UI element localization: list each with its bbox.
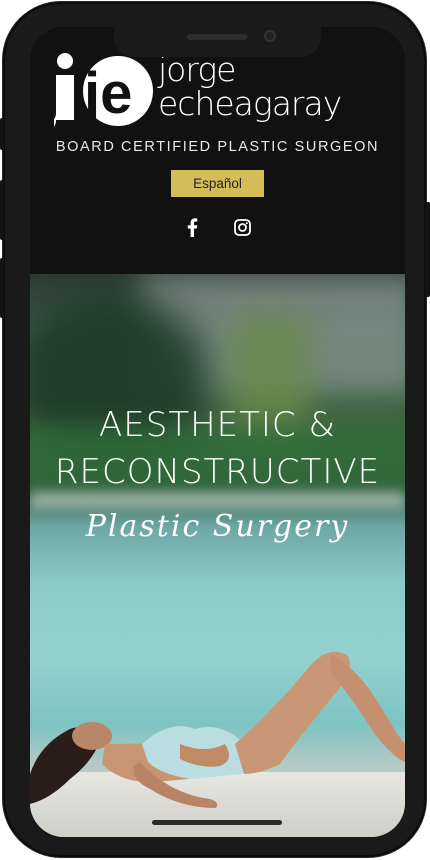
monogram-text: je: [83, 61, 132, 126]
hero-heading-line1: AESTHETIC &: [99, 405, 336, 445]
volume-up-button: [0, 180, 4, 240]
language-espanol-button[interactable]: Español: [171, 170, 264, 197]
hero-heading-line2: RECONSTRUCTIVE: [54, 452, 381, 492]
earpiece-speaker: [187, 34, 247, 40]
hero-section: AESTHETIC & RECONSTRUCTIVE Plastic Surge…: [30, 274, 405, 837]
brand-name-line2: echeagaray: [158, 84, 342, 123]
facebook-icon: [187, 217, 198, 237]
front-camera: [264, 30, 276, 42]
brand-name-line1: jorge: [158, 50, 236, 89]
power-button: [425, 202, 430, 297]
tagline: BOARD CERTIFIED PLASTIC SURGEON: [55, 139, 380, 155]
home-indicator[interactable]: [152, 820, 282, 825]
facebook-link[interactable]: [182, 217, 202, 237]
mute-switch: [0, 118, 4, 150]
site-header: je jorge echeagaray BOARD CERTIFIED PLAS…: [30, 27, 405, 274]
hero-model-image: [30, 651, 405, 808]
je-monogram-icon: je: [54, 53, 153, 127]
brand-name: jorge echeagaray: [158, 50, 342, 123]
phone-screen: je jorge echeagaray BOARD CERTIFIED PLAS…: [30, 27, 405, 837]
brand-logo[interactable]: je jorge echeagaray: [52, 47, 382, 132]
phone-frame: je jorge echeagaray BOARD CERTIFIED PLAS…: [0, 2, 430, 857]
instagram-icon: [233, 218, 251, 236]
hero-subheading: Plastic Surgery: [85, 509, 350, 544]
volume-down-button: [0, 258, 4, 318]
instagram-link[interactable]: [232, 217, 252, 237]
phone-notch: [114, 27, 321, 57]
